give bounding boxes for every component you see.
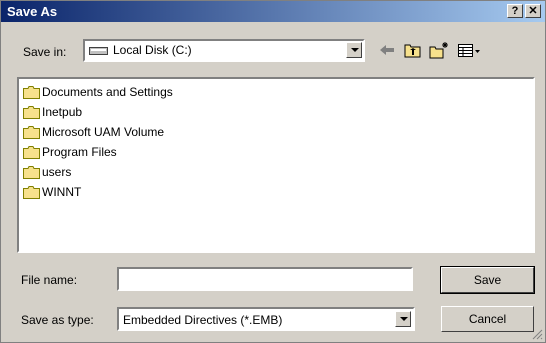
file-list[interactable]: Documents and Settings Inetpub Microsoft…: [17, 77, 535, 253]
view-menu-icon[interactable]: [457, 41, 483, 59]
folder-icon: [23, 106, 40, 119]
file-name-label: File name:: [21, 273, 78, 287]
save-as-dialog: Save As ? ✕ Save in: Local Disk (C:) Doc…: [0, 0, 546, 343]
cancel-button[interactable]: Cancel: [441, 306, 534, 332]
save-as-type-combobox[interactable]: Embedded Directives (*.EMB): [117, 307, 415, 331]
save-in-value: Local Disk (C:): [113, 43, 192, 57]
up-folder-icon[interactable]: [403, 41, 423, 59]
help-button[interactable]: ?: [507, 4, 523, 18]
folder-icon: [23, 146, 40, 159]
list-item-label: Inetpub: [42, 105, 83, 119]
folder-icon: [23, 166, 40, 179]
save-in-label: Save in:: [23, 45, 67, 59]
folder-icon: [23, 126, 40, 139]
save-as-type-value: Embedded Directives (*.EMB): [123, 313, 283, 327]
new-folder-icon[interactable]: [429, 41, 449, 59]
save-as-type-label: Save as type:: [21, 313, 94, 327]
save-button[interactable]: Save: [440, 266, 535, 294]
list-item-label: WINNT: [42, 185, 82, 199]
window-title: Save As: [7, 4, 58, 19]
back-arrow-icon[interactable]: [377, 41, 397, 59]
folder-icon: [23, 86, 40, 99]
save-as-type-dropdown-button[interactable]: [395, 311, 411, 327]
resize-grip-icon[interactable]: [531, 328, 543, 340]
list-item-label: Program Files: [42, 145, 117, 159]
drive-icon: [89, 47, 108, 55]
save-in-dropdown-button[interactable]: [346, 42, 362, 58]
file-name-input[interactable]: [117, 267, 413, 291]
close-button[interactable]: ✕: [525, 4, 541, 18]
list-item-label: Documents and Settings: [42, 85, 173, 99]
title-bar[interactable]: Save As ? ✕: [1, 1, 545, 22]
folder-icon: [23, 186, 40, 199]
list-item-label: users: [42, 165, 72, 179]
list-item-label: Microsoft UAM Volume: [42, 125, 165, 139]
save-in-combobox[interactable]: Local Disk (C:): [83, 39, 365, 62]
